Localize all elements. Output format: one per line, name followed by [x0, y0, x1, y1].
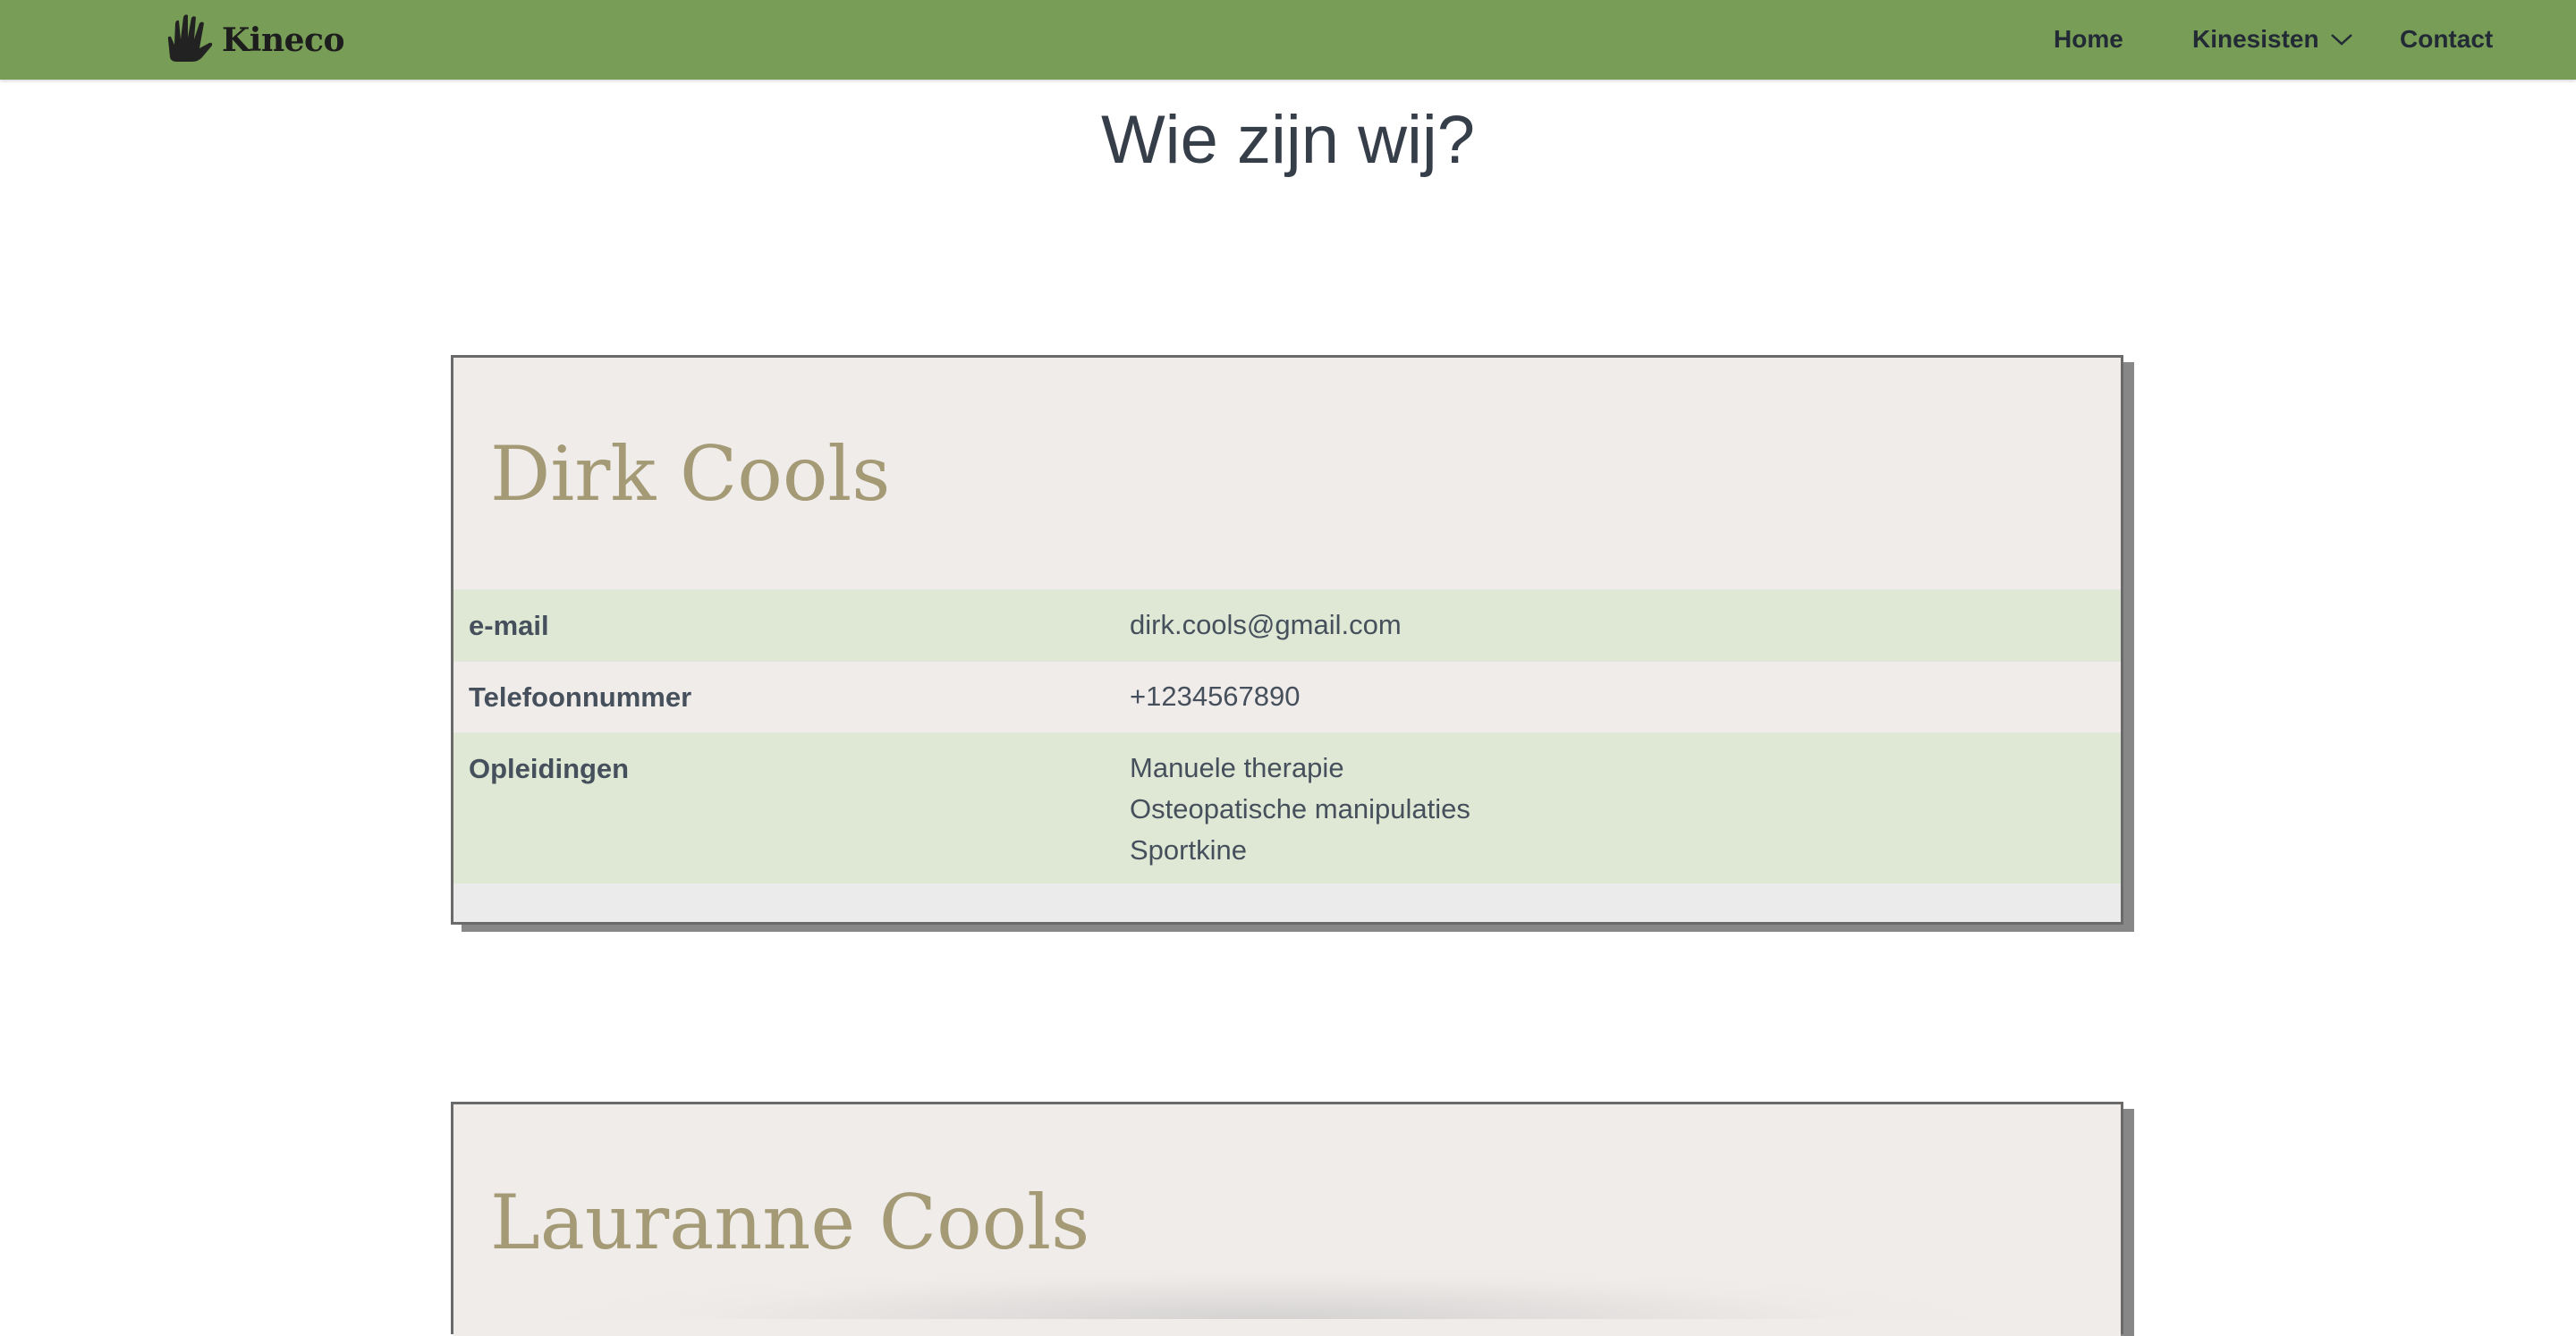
row-label: Telefoonnummer [469, 681, 692, 713]
nav-item-kinesisten[interactable]: Kinesisten [2192, 25, 2353, 54]
phone-value: +1234567890 [1130, 681, 1301, 712]
logo-text: Kineco [222, 21, 344, 59]
email-value: dirk.cools@gmail.com [1130, 609, 1402, 640]
row-label: e-mail [469, 610, 549, 641]
team-member-card: Dirk Cools e-mail dirk.cools@gmail.com T… [451, 355, 2123, 925]
logo-link[interactable]: Kineco [166, 13, 344, 63]
page-title: Wie zijn wij? [1100, 102, 1476, 178]
opleidingen-list: Manuele therapie Osteopatische manipulat… [1130, 748, 1470, 871]
info-row-phone: Telefoonnummer +1234567890 [453, 661, 2121, 732]
chevron-down-icon [2330, 34, 2352, 46]
opleiding-item: Osteopatische manipulaties [1130, 793, 1470, 824]
nav-item-home[interactable]: Home [2054, 25, 2123, 54]
card-header: Dirk Cools [453, 358, 2121, 589]
team-member-card: Lauranne Cools [451, 1102, 2123, 1336]
top-navbar: Kineco Home Kinesisten Contact [0, 0, 2576, 80]
opleiding-item: Manuele therapie [1130, 752, 1344, 783]
nav-item-kinesisten-label: Kinesisten [2192, 25, 2319, 53]
row-label: Opleidingen [469, 753, 630, 784]
image-shadow [525, 1265, 2010, 1319]
card-header: Lauranne Cools [453, 1104, 2121, 1336]
opleiding-item: Sportkine [1130, 834, 1247, 866]
hand-icon [167, 14, 213, 62]
member-name: Lauranne Cools [490, 1179, 1090, 1266]
info-row-opleidingen: Opleidingen Manuele therapie Osteopatisc… [453, 732, 2121, 884]
nav-item-contact[interactable]: Contact [2400, 25, 2493, 54]
member-name: Dirk Cools [490, 430, 891, 518]
info-row-email: e-mail dirk.cools@gmail.com [453, 589, 2121, 661]
